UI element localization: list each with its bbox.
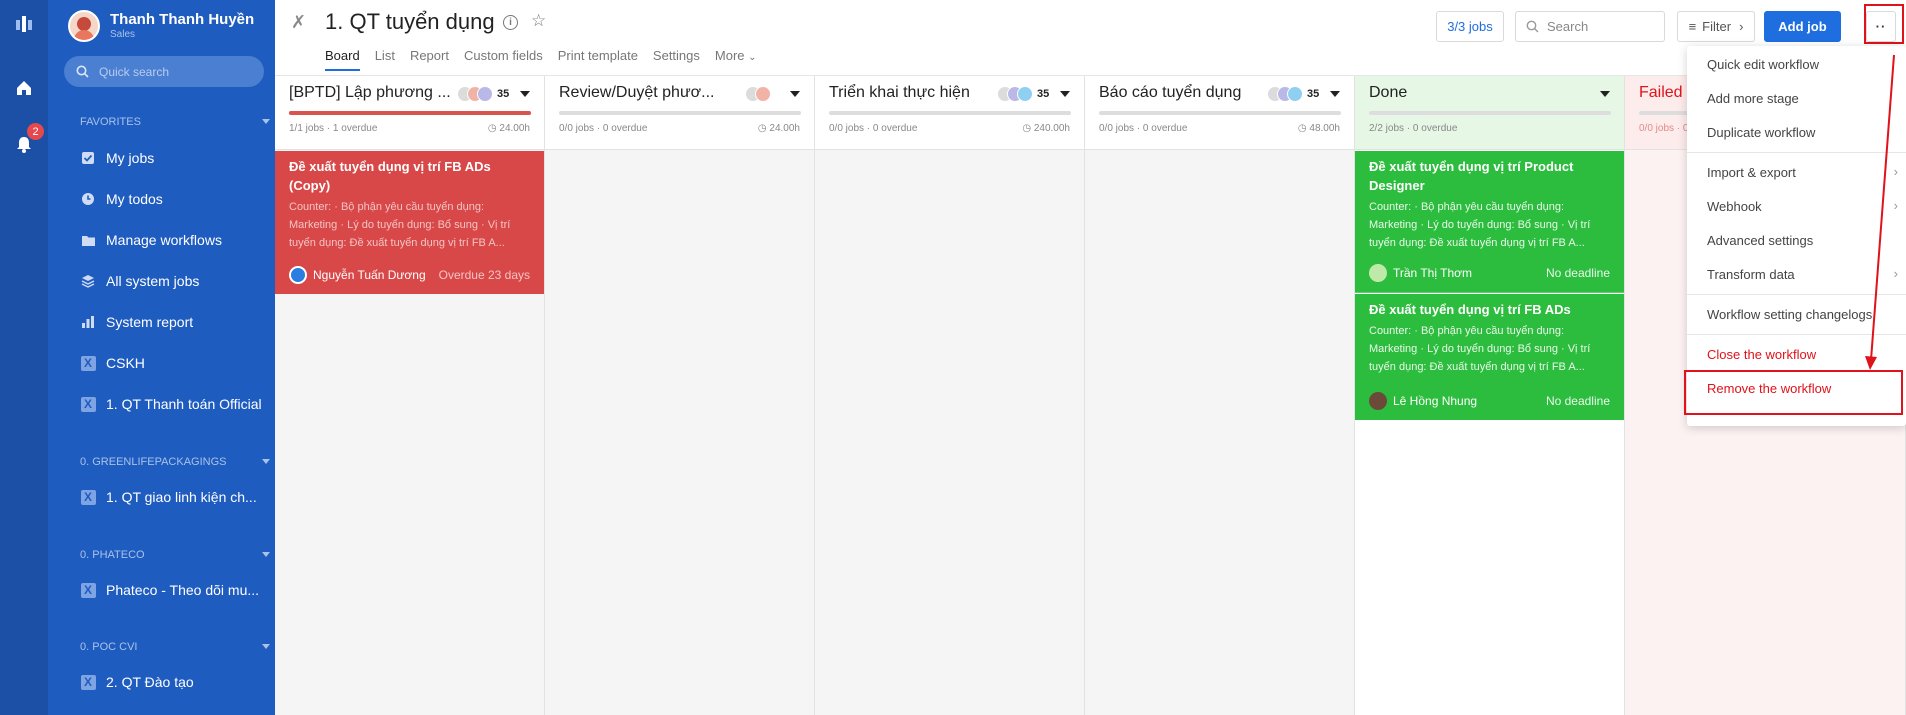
annotation-arrow: [1865, 54, 1895, 370]
